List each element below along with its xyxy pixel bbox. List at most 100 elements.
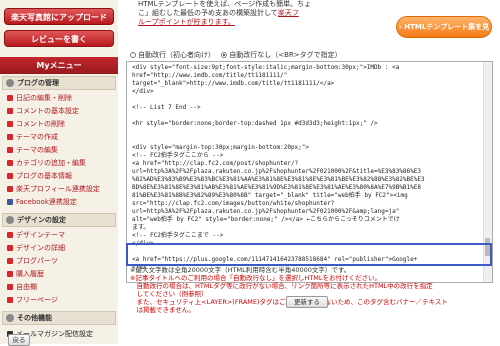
section-label: ブログの管理: [17, 79, 59, 87]
code-line: </div>: [132, 88, 154, 95]
item-label: フリーページ: [16, 296, 58, 304]
code-line: %82%AD%E3%83%B9%E3%83%BC%E3%81%AA%E3%81%…: [132, 176, 425, 183]
item-label: 自由欄: [16, 283, 37, 291]
code-line: <div style="font-size:9pt;font-style:ita…: [132, 64, 400, 71]
bullet-icon: [7, 271, 13, 277]
item-label: 日記の編集・削除: [16, 94, 72, 102]
item-label: ブログの基本情報: [16, 172, 72, 180]
code-line: href="http://www.imdb.com/title/tt118111…: [132, 72, 288, 79]
back-button[interactable]: 戻る: [8, 334, 30, 346]
code-line: BD%8E%E3%81%8E%E3%81%AB%E3%81%AE%E3%81%9…: [132, 184, 421, 191]
code-line: <hr style="border:none;border-top:dashed…: [132, 120, 378, 127]
code-line: url=http%3A%2F%2Fplaza.rakuten.co.jp%2Fs…: [132, 208, 400, 215]
intro-line: HTMLテンプレートを使えば、ページ作成も簡単。ちょ: [138, 0, 312, 8]
code-line: alt="web拍手 by FC2" style="border:none;" …: [132, 216, 400, 223]
section-label: デザインの設定: [17, 216, 66, 224]
code-line: target="_blank">http://www.imdb.com/titl…: [132, 80, 335, 87]
item-label: コメントの基本設定: [16, 107, 79, 115]
sidebar-item-free-area[interactable]: 自由欄: [6, 281, 116, 293]
radio-label: 自動改行なし（<BR>タグで指定）: [229, 51, 342, 59]
html-template-banner-button[interactable]: › HTMLテンプレート集を見る: [396, 16, 492, 51]
point-link[interactable]: ループポイントが貯まります。: [138, 18, 354, 27]
sidebar-item-design-detail[interactable]: デザインの詳細: [6, 242, 116, 254]
code-line: <!-- FC2拍手タグここから -->: [132, 152, 224, 159]
sidebar-item-categories[interactable]: カテゴリの追加・編集: [6, 157, 116, 169]
note-line: ※記事タイトルへのご利用の場合「自動改行なし」を選択しHTMLをお付けください。: [130, 274, 382, 282]
gear-icon: [6, 79, 14, 87]
bullet-icon: [7, 297, 13, 303]
line-break-options: 自動改行（初心者向け） 自動改行なし（<BR>タグで指定）: [130, 50, 342, 60]
item-label: デザインテーマ: [16, 231, 65, 239]
bullet-icon: [7, 258, 13, 264]
bullet-icon: [7, 173, 13, 179]
sidebar-item-rakuten-profile[interactable]: 楽天プロフィール連携設定: [6, 183, 116, 195]
radio-selected-icon: [221, 52, 228, 58]
sidebar-item-edit-theme[interactable]: テーマの編集: [6, 144, 116, 156]
code-line: 81%BE%E3%81%8B%E3%82%89%E3%80%8B" target…: [132, 192, 408, 199]
item-label: デザインの詳細: [16, 244, 65, 252]
code-line: src="http://clap.fc2.com/images/button/w…: [132, 200, 335, 207]
gear-icon: [6, 216, 14, 224]
code-line: ます。: [132, 224, 150, 231]
bullet-icon: [7, 121, 13, 127]
code-line: <a href="http://clap.fc2.com/post/shophu…: [132, 160, 299, 167]
write-review-button[interactable]: レビューを書く: [4, 30, 114, 47]
bullet-icon: [7, 95, 13, 101]
section-blog-management: ブログの管理: [2, 76, 116, 90]
bullet-icon: [7, 147, 13, 153]
sidebar-item-blog-info[interactable]: ブログの基本情報: [6, 170, 116, 182]
radio-label: 自動改行（初心者向け）: [138, 51, 215, 59]
bullet-icon: [7, 108, 13, 114]
rakuten-link[interactable]: 楽天フ: [278, 9, 299, 17]
upload-to-photo-gallery-button[interactable]: 楽天写真館にアップロード: [4, 8, 114, 25]
radio-no-auto-linebreak[interactable]: 自動改行なし（<BR>タグで指定）: [221, 51, 342, 59]
code-line: <!-- FC2拍手タグここまで -->: [132, 232, 224, 239]
bullet-icon: [7, 284, 13, 290]
section-design-settings: デザインの設定: [2, 213, 116, 227]
sidebar-item-edit-diary[interactable]: 日記の編集・削除: [6, 92, 116, 104]
section-other-functions: その他機能: [2, 311, 116, 325]
gear-icon: [6, 314, 14, 322]
sidebar-item-facebook[interactable]: Facebook連携設定: [6, 196, 116, 208]
item-label: Facebook連携設定: [16, 198, 77, 206]
section-label: その他機能: [17, 314, 52, 322]
html-code-content: <div style="font-size:9pt;font-style:ita…: [132, 64, 482, 272]
bullet-icon: [7, 160, 13, 166]
sidebar: 楽天写真館にアップロード レビューを書く Myメニュー ブログの管理 日記の編集…: [0, 0, 118, 344]
sidebar-item-comment-settings[interactable]: コメントの基本設定: [6, 105, 116, 117]
sidebar-item-blog-parts[interactable]: ブログパーツ: [6, 255, 116, 267]
sidebar-item-design-theme[interactable]: デザインテーマ: [6, 229, 116, 241]
bullet-icon: [7, 186, 13, 192]
main-content: HTMLテンプレートを使えば、ページ作成も簡単。ちょ こ」組むした最低の予め支あ…: [124, 0, 500, 344]
item-label: ブログパーツ: [16, 257, 58, 265]
code-line: <!-- List 7 End -->: [132, 104, 201, 111]
note-line: 自動改行の場合は、HTMLタグ等に改行がない場合、リンク箇所等に表示されたHTM…: [130, 282, 433, 290]
note-line: ※最大文字数は全角20000文字（HTML利用時含む半角40000文字）です。: [130, 266, 351, 274]
intro-text: HTMLテンプレートを使えば、ページ作成も簡単。ちょ こ」組むした最低の予め支あ…: [138, 0, 354, 27]
my-menu-header: Myメニュー: [0, 57, 118, 74]
facebook-icon: [7, 199, 13, 205]
item-label: コメントの削除: [16, 120, 65, 128]
sidebar-item-free-page[interactable]: フリーページ: [6, 294, 116, 306]
bullet-icon: [7, 134, 13, 140]
radio-auto-linebreak[interactable]: 自動改行（初心者向け）: [130, 51, 215, 59]
bullet-icon: [7, 245, 13, 251]
item-label: 購入履歴: [16, 270, 44, 278]
code-line: url=http%3A%2F%2Fplaza.rakuten.co.jp%2Fs…: [132, 168, 421, 175]
radio-icon: [130, 52, 136, 58]
item-label: テーマの編集: [16, 146, 58, 154]
sidebar-item-delete-comments[interactable]: コメントの削除: [6, 118, 116, 130]
item-label: 楽天プロフィール連携設定: [16, 185, 100, 193]
update-button[interactable]: 更新する: [286, 296, 328, 308]
sidebar-item-create-theme[interactable]: テーマの作成: [6, 131, 116, 143]
highlight-box: [126, 243, 492, 266]
intro-line: こ」組むした最低の予め支あの構築設計して: [138, 9, 278, 17]
bullet-icon: [7, 232, 13, 238]
item-label: テーマの作成: [16, 133, 58, 141]
sidebar-item-purchase-history[interactable]: 購入履歴: [6, 268, 116, 280]
code-line: <div style="margin-top:30px;margin-botto…: [132, 144, 310, 151]
